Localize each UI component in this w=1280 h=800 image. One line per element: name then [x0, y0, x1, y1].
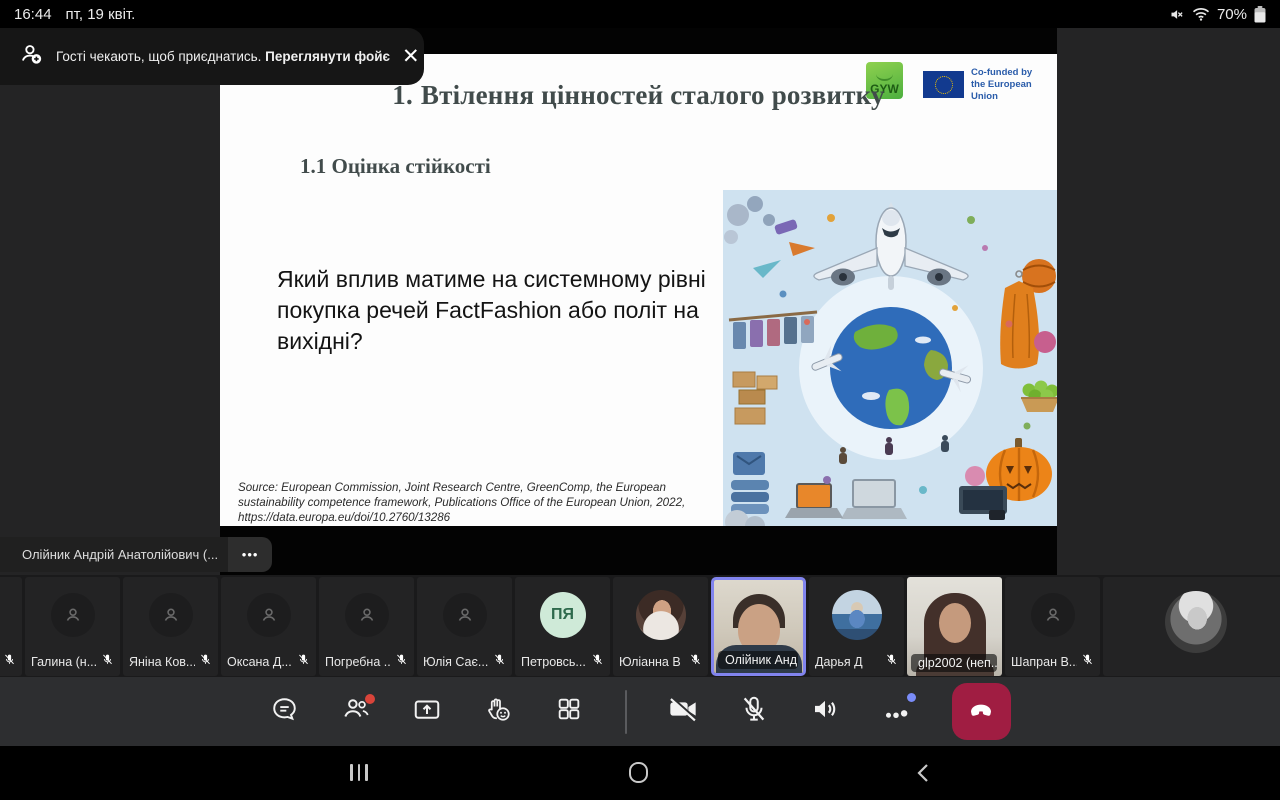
notification-text: Гості чекають, щоб приєднатись. — [56, 49, 261, 64]
end-call-icon — [966, 694, 996, 729]
participant-tile[interactable]: Галина (н... — [25, 577, 120, 676]
notification-action-link[interactable]: Переглянути фойє — [265, 49, 390, 64]
reactions-button[interactable] — [483, 697, 513, 727]
mic-off-icon — [739, 694, 769, 729]
mic-muted-icon — [1081, 653, 1094, 671]
speaker-icon — [810, 694, 840, 729]
status-bar: 16:44 пт, 19 квіт. 70% — [0, 0, 1280, 28]
android-navbar — [0, 746, 1280, 800]
battery-icon — [1254, 6, 1266, 23]
participant-tile[interactable]: Шапран В... — [1005, 577, 1100, 676]
slide-subtitle: 1.1 Оцінка стійкості — [300, 154, 491, 179]
video-off-icon — [667, 693, 699, 730]
avatar-placeholder — [51, 593, 95, 637]
reactions-icon — [483, 694, 513, 729]
back-button[interactable] — [916, 763, 930, 788]
participant-name: Шапран В... — [1011, 655, 1077, 669]
mic-muted-icon — [395, 653, 408, 671]
mic-muted-icon — [885, 653, 898, 671]
shared-screen: GYW Co-funded by the European Union 1.Вт… — [220, 28, 1057, 575]
audio-button[interactable] — [810, 697, 840, 727]
close-icon[interactable]: ✕ — [402, 42, 420, 72]
stage-left-panel — [0, 28, 220, 575]
home-button[interactable] — [629, 762, 648, 783]
participant-tile[interactable]: Оксана Д... — [221, 577, 316, 676]
stage-right-panel — [1057, 28, 1280, 575]
status-time: 16:44 — [14, 6, 52, 23]
consumption-globe-illustration — [723, 190, 1057, 526]
status-date: пт, 19 квіт. — [66, 6, 136, 23]
presentation-slide: GYW Co-funded by the European Union 1.Вт… — [220, 54, 1057, 526]
person-add-icon — [18, 41, 44, 72]
recents-button[interactable] — [350, 764, 368, 781]
participants-button[interactable] — [341, 697, 371, 727]
mic-muted-icon — [3, 653, 16, 671]
mic-muted-icon — [199, 653, 212, 671]
avatar-placeholder — [247, 593, 291, 637]
participant-name: glp2002 (неп... — [911, 654, 997, 672]
slide-title-text: Втілення цінностей сталого розвитку — [421, 80, 885, 110]
apps-icon — [555, 695, 583, 728]
participants-badge — [365, 694, 375, 704]
share-screen-icon — [412, 694, 442, 729]
participant-name: Яніна Ков... — [129, 655, 195, 669]
participant-name: Галина (н... — [31, 655, 97, 669]
volume-muted-icon — [1168, 7, 1185, 22]
participant-tile[interactable]: Юліанна В — [613, 577, 708, 676]
shared-screen-owner-tag: Олійник Андрій Анатолійович (... ••• — [0, 537, 272, 572]
avatar-photo — [636, 590, 686, 640]
share-screen-button[interactable] — [412, 697, 442, 727]
mic-muted-icon — [689, 653, 702, 671]
lobby-notification-banner[interactable]: Гості чекають, щоб приєднатись. Переглян… — [0, 28, 424, 85]
avatar-photo — [832, 590, 882, 640]
zoom-meeting-screen: 16:44 пт, 19 квіт. 70% GYW — [0, 0, 1280, 800]
participant-name: Дарья Д — [815, 655, 881, 669]
avatar-initials: ПЯ — [540, 592, 586, 638]
avatar-photo — [1165, 591, 1227, 653]
participant-tile[interactable]: ПЯ Петровсь... — [515, 577, 610, 676]
mic-muted-icon — [297, 653, 310, 671]
mic-toggle-button[interactable] — [739, 697, 769, 727]
chat-icon — [270, 695, 299, 729]
participant-tile[interactable]: Яніна Ков... — [123, 577, 218, 676]
avatar-placeholder — [149, 593, 193, 637]
toolbar-divider — [625, 690, 627, 734]
more-icon — [881, 694, 911, 729]
participant-name: Оксана Д... — [227, 655, 293, 669]
participant-tile[interactable] — [1103, 577, 1280, 676]
chat-button[interactable] — [270, 697, 300, 727]
video-toggle-button[interactable] — [668, 697, 698, 727]
participant-name: Олійник Анд... — [718, 651, 798, 669]
end-call-button[interactable] — [952, 683, 1011, 740]
slide-source-citation: Source: European Commission, Joint Resea… — [238, 480, 710, 525]
participant-name: Погребна ... — [325, 655, 391, 669]
participant-name: Юлія Сає... — [423, 655, 489, 669]
participant-name: Петровсь... — [521, 655, 587, 669]
avatar-placeholder — [1031, 593, 1075, 637]
avatar-placeholder — [345, 593, 389, 637]
participant-tile[interactable]: Юлія Сає... — [417, 577, 512, 676]
participant-tile[interactable] — [0, 577, 22, 676]
participant-tile[interactable]: glp2002 (неп... — [907, 577, 1002, 676]
participant-tile[interactable]: Дарья Д — [809, 577, 904, 676]
apps-button[interactable] — [554, 697, 584, 727]
slide-question: Який вплив матиме на системному рівні по… — [277, 264, 729, 357]
participant-name: Юліанна В — [619, 655, 685, 669]
participants-filmstrip[interactable]: Галина (н... Яніна Ков... Оксана Д... — [0, 575, 1280, 677]
participant-tile-active-speaker[interactable]: Олійник Анд... — [711, 577, 806, 676]
speaker-options-button[interactable]: ••• — [228, 537, 272, 572]
participant-tile[interactable]: Погребна ... — [319, 577, 414, 676]
mic-muted-icon — [101, 653, 114, 671]
wifi-icon — [1192, 7, 1210, 21]
mic-muted-icon — [493, 653, 506, 671]
more-button[interactable] — [881, 697, 911, 727]
meeting-toolbar — [0, 677, 1280, 746]
mic-muted-icon — [591, 653, 604, 671]
speaker-name: Олійник Андрій Анатолійович (... — [0, 537, 228, 572]
more-badge — [907, 693, 916, 702]
battery-percent: 70% — [1217, 6, 1247, 23]
main-stage: GYW Co-funded by the European Union 1.Вт… — [0, 28, 1280, 575]
avatar-placeholder — [443, 593, 487, 637]
